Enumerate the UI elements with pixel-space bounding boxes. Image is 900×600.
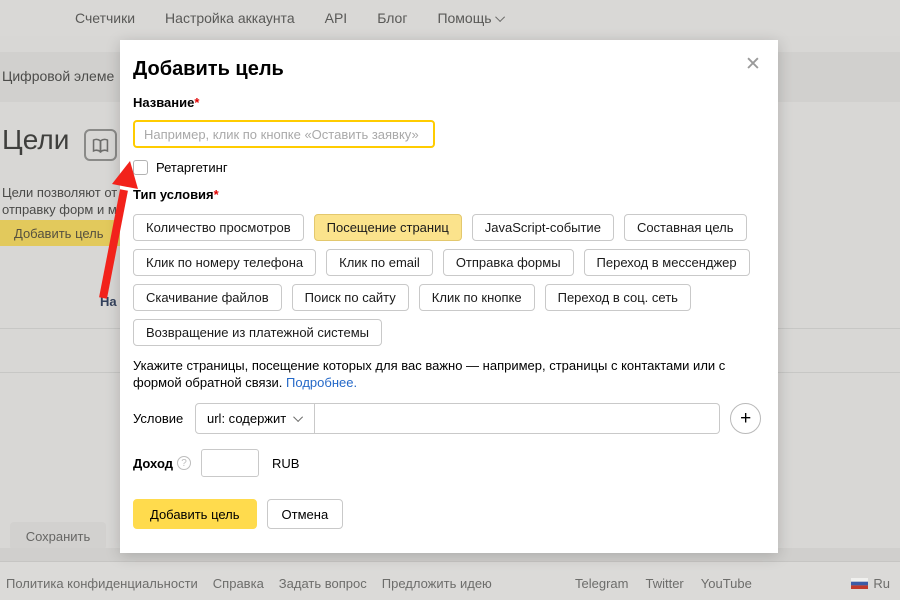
chevron-down-icon (495, 12, 505, 22)
retargeting-checkbox[interactable] (133, 160, 148, 175)
nav-help[interactable]: Помощь (437, 10, 504, 26)
chip-phone-click[interactable]: Клик по номеру телефона (133, 249, 316, 276)
retargeting-label: Ретаргетинг (156, 160, 228, 175)
footer-links-right: Telegram Twitter YouTube (575, 576, 752, 591)
required-asterisk: * (214, 187, 219, 202)
pages-hint-text: Укажите страницы, посещение которых для … (133, 358, 725, 390)
footer-link-twitter[interactable]: Twitter (645, 576, 683, 591)
chip-page-visit[interactable]: Посещение страниц (314, 214, 462, 241)
nav-api[interactable]: API (325, 10, 348, 26)
footer-links-left: Политика конфиденциальности Справка Зада… (6, 576, 492, 591)
goal-type-chips: Количество просмотров Посещение страниц … (133, 214, 768, 354)
modal-buttons: Добавить цель Отмена (133, 499, 343, 529)
chip-email-click[interactable]: Клик по email (326, 249, 433, 276)
chip-javascript-event[interactable]: JavaScript-событие (472, 214, 614, 241)
chip-row: Возвращение из платежной системы (133, 319, 768, 346)
chip-form-submit[interactable]: Отправка формы (443, 249, 574, 276)
chevron-down-icon (293, 412, 303, 422)
chip-social-network[interactable]: Переход в соц. сеть (545, 284, 691, 311)
footer-link-youtube[interactable]: YouTube (701, 576, 752, 591)
condition-type-label-text: Тип условия (133, 187, 214, 202)
retargeting-row: Ретаргетинг (133, 160, 228, 175)
name-label: Название* (133, 95, 199, 110)
goal-name-input[interactable] (133, 120, 435, 148)
revenue-label: Доход (133, 456, 173, 471)
page-title: Цели (2, 124, 69, 156)
nav-account-settings[interactable]: Настройка аккаунта (165, 10, 295, 26)
nav-counters[interactable]: Счетчики (75, 10, 135, 26)
condition-type-label: Тип условия* (133, 187, 219, 202)
condition-row: Условие url: содержит + (133, 403, 761, 434)
background-add-goal-button[interactable]: Добавить цель (0, 220, 128, 246)
page-footer: Политика конфиденциальности Справка Зада… (0, 561, 900, 600)
footer-link-help[interactable]: Справка (213, 576, 264, 591)
chip-file-download[interactable]: Скачивание файлов (133, 284, 282, 311)
counter-name: Цифровой элеме (2, 68, 114, 84)
goals-intro-text: Цели позволяют от отправку форм и м (2, 184, 117, 218)
goals-intro-line1: Цели позволяют от (2, 184, 117, 201)
add-goal-modal: Добавить цель ✕ Название* Ретаргетинг Ти… (120, 40, 778, 553)
chip-composite-goal[interactable]: Составная цель (624, 214, 747, 241)
modal-title: Добавить цель (133, 58, 284, 81)
nav-help-label: Помощь (437, 10, 491, 26)
footer-link-telegram[interactable]: Telegram (575, 576, 628, 591)
goals-intro-line2: отправку форм и м (2, 201, 117, 218)
plus-icon: + (740, 409, 751, 428)
condition-operator-value: url: содержит (207, 411, 286, 426)
chip-row: Клик по номеру телефона Клик по email От… (133, 249, 768, 276)
learn-more-link[interactable]: Подробнее. (286, 375, 357, 390)
goals-report-button[interactable] (84, 129, 117, 161)
chip-payment-return[interactable]: Возвращение из платежной системы (133, 319, 382, 346)
chip-pageviews[interactable]: Количество просмотров (133, 214, 304, 241)
footer-link-ask-question[interactable]: Задать вопрос (279, 576, 367, 591)
revenue-row: Доход ? RUB (133, 449, 299, 477)
top-navigation: Счетчики Настройка аккаунта API Блог Пом… (0, 0, 900, 36)
language-selector[interactable]: Ru (851, 576, 890, 591)
open-book-icon (91, 137, 110, 154)
condition-value-input[interactable] (315, 403, 720, 434)
revenue-input[interactable] (201, 449, 259, 477)
chip-row: Скачивание файлов Поиск по сайту Клик по… (133, 284, 768, 311)
chip-button-click[interactable]: Клик по кнопке (419, 284, 535, 311)
nav-blog[interactable]: Блог (377, 10, 407, 26)
footer-link-suggest-idea[interactable]: Предложить идею (382, 576, 492, 591)
condition-label: Условие (133, 411, 195, 426)
language-label: Ru (873, 576, 890, 591)
close-icon[interactable]: ✕ (742, 54, 764, 76)
goals-table-header: На (100, 294, 117, 309)
add-condition-button[interactable]: + (730, 403, 761, 434)
footer-link-privacy[interactable]: Политика конфиденциальности (6, 576, 198, 591)
cancel-button[interactable]: Отмена (267, 499, 344, 529)
name-label-text: Название (133, 95, 194, 110)
required-asterisk: * (194, 95, 199, 110)
save-button[interactable]: Сохранить (10, 522, 106, 550)
help-icon[interactable]: ? (177, 456, 191, 470)
chip-site-search[interactable]: Поиск по сайту (292, 284, 409, 311)
chip-row: Количество просмотров Посещение страниц … (133, 214, 768, 241)
chip-messenger[interactable]: Переход в мессенджер (584, 249, 750, 276)
add-goal-submit-button[interactable]: Добавить цель (133, 499, 257, 529)
pages-hint: Укажите страницы, посещение которых для … (133, 357, 775, 391)
russia-flag-icon (851, 578, 868, 589)
currency-label: RUB (272, 456, 299, 471)
condition-operator-select[interactable]: url: содержит (195, 403, 315, 434)
